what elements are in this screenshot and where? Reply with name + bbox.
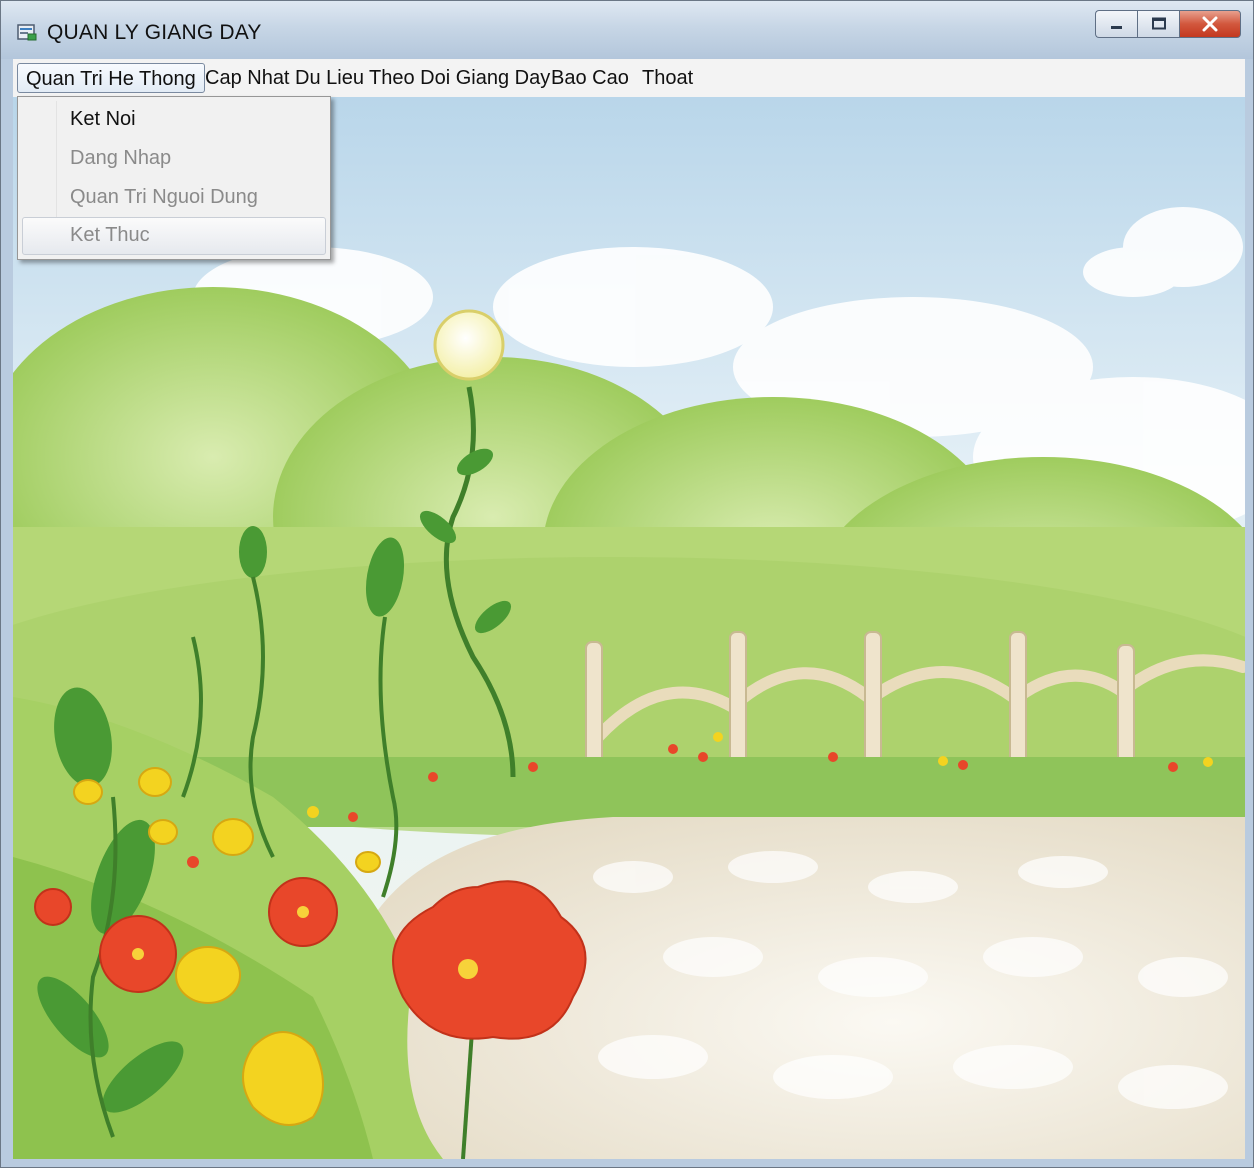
menu-bar: Quan Tri He Thong Cap Nhat Du Lieu Theo … <box>13 59 1245 98</box>
menu-item-highlight <box>22 217 326 255</box>
window-title: QUAN LY GIANG DAY <box>47 21 262 44</box>
caption-buttons <box>1095 10 1241 40</box>
menu-quan-tri-he-thong[interactable]: Quan Tri He Thong <box>17 63 205 93</box>
menu-cap-nhat-du-lieu[interactable]: Cap Nhat Du Lieu <box>197 63 372 93</box>
maximize-icon <box>1151 17 1166 30</box>
minimize-button[interactable] <box>1095 10 1137 38</box>
app-icon <box>17 24 37 41</box>
menu-thoat[interactable]: Thoat <box>634 63 701 93</box>
menu-item-ket-thuc[interactable]: Ket Thuc <box>70 220 150 250</box>
maximize-button[interactable] <box>1137 10 1179 38</box>
minimize-icon <box>1110 26 1122 29</box>
close-button[interactable] <box>1179 10 1241 38</box>
dropdown-menu: Ket Noi Dang Nhap Quan Tri Nguoi Dung Ke… <box>17 96 331 260</box>
menu-bao-cao[interactable]: Bao Cao <box>543 63 637 93</box>
menu-item-dang-nhap[interactable]: Dang Nhap <box>70 143 171 173</box>
menu-item-quan-tri-nguoi-dung[interactable]: Quan Tri Nguoi Dung <box>70 182 258 212</box>
title-bar[interactable]: QUAN LY GIANG DAY <box>1 1 1253 59</box>
menu-item-ket-noi[interactable]: Ket Noi <box>70 104 136 134</box>
close-icon <box>1202 16 1218 32</box>
main-window: QUAN LY GIANG DAY Quan Tri He Thong Cap … <box>0 0 1254 1168</box>
menu-theo-doi-giang-day[interactable]: Theo Doi Giang Day <box>361 63 558 93</box>
